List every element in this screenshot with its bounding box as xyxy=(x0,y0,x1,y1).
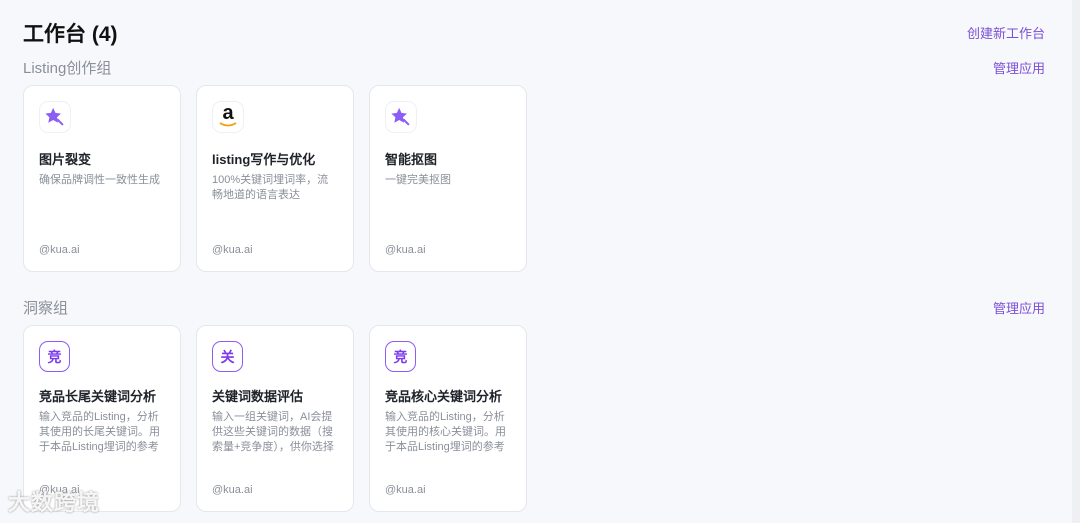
amazon-letter: a xyxy=(222,102,234,124)
card-title: 图片裂变 xyxy=(39,152,92,167)
watermark: 大数跨境 xyxy=(8,490,101,515)
magic-star-icon xyxy=(39,101,71,133)
magic-star-icon xyxy=(385,101,417,133)
app-card[interactable]: 关 关键词数据评估 输入一组关键词，AI会提供这些关键词的数据（搜索量+竞争度）… xyxy=(196,325,354,512)
card-author: @kua.ai xyxy=(385,244,426,256)
card-row: 竞 竞品长尾关键词分析 输入竞品的Listing，分析其使用的长尾关键词。用于本… xyxy=(23,325,527,512)
app-card[interactable]: 竞 竞品核心关键词分析 输入竞品的Listing，分析其使用的核心关键词。用于本… xyxy=(369,325,527,512)
card-desc: 100%关键词埋词率，流畅地道的语言表达 xyxy=(212,174,329,201)
amazon-icon: a xyxy=(212,101,244,133)
card-title: 关键词数据评估 xyxy=(212,389,304,404)
card-desc: 输入竞品的Listing，分析其使用的长尾关键词。用于本品Listing埋词的参… xyxy=(39,411,160,453)
char-icon: 关 xyxy=(212,341,243,372)
char-icon: 竞 xyxy=(39,341,70,372)
page-title: 工作台 (4) xyxy=(23,23,118,46)
card-author: @kua.ai xyxy=(39,244,80,256)
app-card[interactable]: 图片裂变 确保品牌调性一致性生成 @kua.ai xyxy=(23,85,181,272)
manage-apps-link[interactable]: 管理应用 xyxy=(993,58,1045,77)
scrollbar[interactable] xyxy=(1072,0,1080,523)
app-card[interactable]: 智能抠图 一键完美抠图 @kua.ai xyxy=(369,85,527,272)
manage-apps-link[interactable]: 管理应用 xyxy=(993,298,1045,317)
card-desc: 确保品牌调性一致性生成 xyxy=(39,174,160,186)
card-title: 竞品长尾关键词分析 xyxy=(39,389,157,404)
card-desc: 输入竞品的Listing，分析其使用的核心关键词。用于本品Listing埋词的参… xyxy=(385,411,506,453)
card-author: @kua.ai xyxy=(385,484,426,496)
card-title: 智能抠图 xyxy=(385,152,438,167)
char-icon: 竞 xyxy=(385,341,416,372)
card-author: @kua.ai xyxy=(212,484,253,496)
app-card[interactable]: 竞 竞品长尾关键词分析 输入竞品的Listing，分析其使用的长尾关键词。用于本… xyxy=(23,325,181,512)
app-card[interactable]: a listing写作与优化 100%关键词埋词率，流畅地道的语言表达 @kua… xyxy=(196,85,354,272)
card-title: listing写作与优化 xyxy=(212,152,316,167)
card-desc: 一键完美抠图 xyxy=(385,174,451,186)
group-title: Listing创作组 xyxy=(23,60,112,77)
card-author: @kua.ai xyxy=(212,244,253,256)
create-workspace-link[interactable]: 创建新工作台 xyxy=(967,23,1045,42)
card-row: 图片裂变 确保品牌调性一致性生成 @kua.ai a listing写作与优化 … xyxy=(23,85,527,272)
group-title: 洞察组 xyxy=(23,300,69,317)
card-desc: 输入一组关键词，AI会提供这些关键词的数据（搜索量+竞争度），供你选择 xyxy=(212,411,334,453)
card-title: 竞品核心关键词分析 xyxy=(385,389,503,404)
